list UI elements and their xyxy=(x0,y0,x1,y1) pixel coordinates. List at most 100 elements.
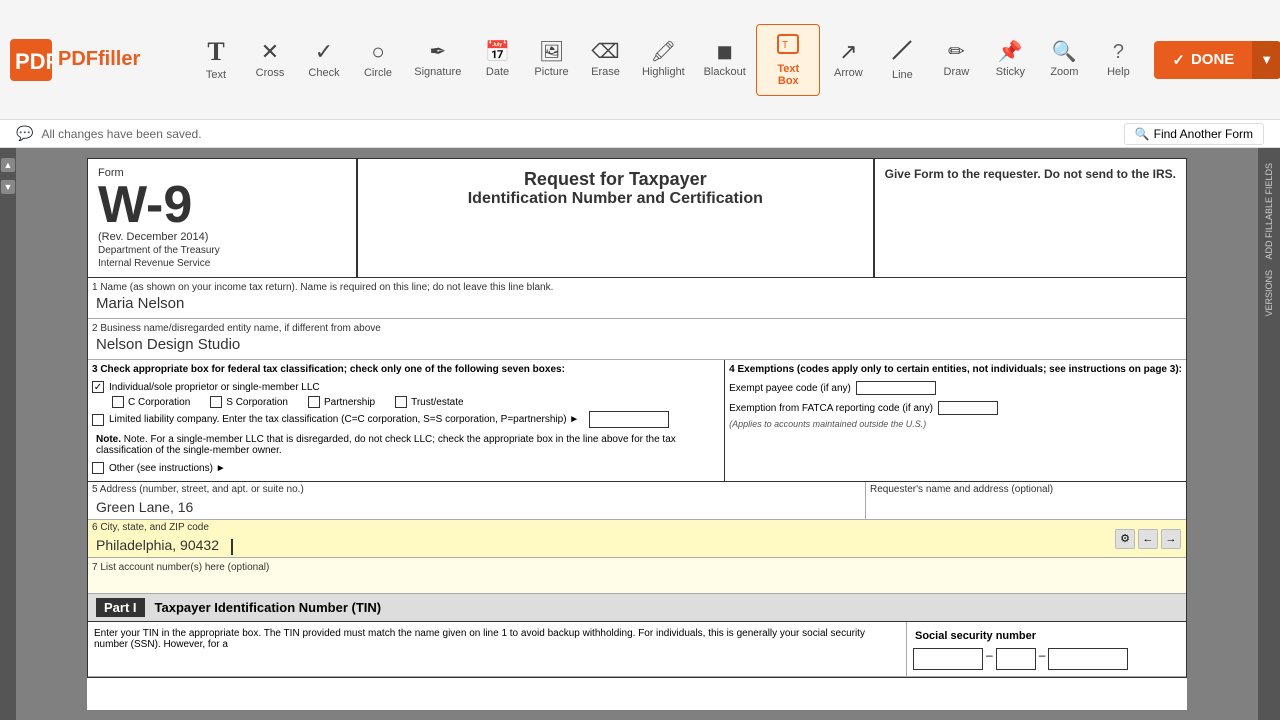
partner-checkbox[interactable] xyxy=(308,396,320,408)
done-dropdown-button[interactable]: ▼ xyxy=(1252,41,1280,79)
field2-row: 2 Business name/disregarded entity name,… xyxy=(88,319,1186,360)
field6-value[interactable]: Philadelphia, 90432 xyxy=(88,535,227,557)
other-label: Other (see instructions) ► xyxy=(109,463,226,474)
tool-text-label: Text xyxy=(206,69,226,81)
field1-row: 1 Name (as shown on your income tax retu… xyxy=(88,278,1186,319)
prev-field-button[interactable]: ← xyxy=(1138,529,1158,549)
tool-help-label: Help xyxy=(1107,66,1130,78)
tool-picture[interactable]: 🖼 Picture xyxy=(526,34,578,86)
logo-area: PDF PDFfiller xyxy=(10,39,170,81)
form-number: W-9 xyxy=(98,179,346,231)
field7-label: 7 List account number(s) here (optional) xyxy=(88,560,1186,573)
add-fillable-label: ADD FILLABLE FIELDS xyxy=(1264,158,1274,265)
other-checkbox-row: Other (see instructions) ► xyxy=(92,462,720,474)
tool-check[interactable]: ✓ Check xyxy=(298,33,350,87)
field7-value[interactable] xyxy=(88,573,1186,591)
field2-value[interactable]: Nelson Design Studio xyxy=(88,334,1186,357)
cursor-indicator xyxy=(231,539,233,555)
right-sidebar: ADD FILLABLE FIELDS VERSIONS xyxy=(1258,148,1280,720)
indiv-checkbox[interactable]: ✓ xyxy=(92,381,104,393)
tool-zoom-label: Zoom xyxy=(1050,66,1078,78)
field1-value[interactable]: Maria Nelson xyxy=(88,293,1186,316)
ssn-box-3[interactable] xyxy=(1048,648,1128,670)
tool-sticky[interactable]: 📌 Sticky xyxy=(984,34,1036,86)
note-text: Note. Note. For a single-member LLC that… xyxy=(92,431,720,459)
form-department2: Internal Revenue Service xyxy=(98,258,346,269)
ssn-dash2: – xyxy=(1039,648,1046,670)
svg-text:PDF: PDF xyxy=(15,49,52,74)
field1-label: 1 Name (as shown on your income tax retu… xyxy=(88,280,1186,293)
form-subtitle: Identification Number and Certification xyxy=(368,190,863,208)
llc-input[interactable] xyxy=(589,411,669,428)
scorp-label: S Corporation xyxy=(226,397,288,408)
tool-circle[interactable]: ○ Circle xyxy=(352,33,404,87)
tool-erase[interactable]: ⌫ Erase xyxy=(580,34,632,86)
part1-label: Part I xyxy=(96,598,145,617)
tool-draw-label: Draw xyxy=(944,66,970,78)
ssn-boxes: – – xyxy=(913,648,1180,670)
indiv-label: Individual/sole proprietor or single-mem… xyxy=(109,382,320,393)
field5-label: 5 Address (number, street, and apt. or s… xyxy=(88,482,865,497)
check-icon: ✓ xyxy=(315,41,333,63)
settings-button[interactable]: ⚙ xyxy=(1115,529,1135,549)
llc-checkbox-row: Limited liability company. Enter the tax… xyxy=(92,411,720,428)
ccorp-checkbox[interactable] xyxy=(112,396,124,408)
tool-text[interactable]: T Text xyxy=(190,31,242,89)
llc-label: Limited liability company. Enter the tax… xyxy=(109,414,579,425)
cross-icon: ✕ xyxy=(261,41,279,63)
svg-text:T: T xyxy=(782,40,788,51)
field4-label: 4 Exemptions (codes apply only to certai… xyxy=(729,364,1182,375)
form-center-header: Request for Taxpayer Identification Numb… xyxy=(358,159,875,277)
field5-value[interactable]: Green Lane, 16 xyxy=(88,497,865,519)
nav-down-button[interactable]: ▼ xyxy=(1,180,15,194)
tool-help[interactable]: ? Help xyxy=(1092,34,1144,86)
scorp-checkbox[interactable] xyxy=(210,396,222,408)
trust-checkbox[interactable] xyxy=(395,396,407,408)
fatca-input[interactable] xyxy=(938,401,998,415)
ssn-box-2[interactable] xyxy=(996,648,1036,670)
form-right-header: Give Form to the requester. Do not send … xyxy=(875,159,1186,277)
tool-date[interactable]: 📅 Date xyxy=(472,34,524,86)
trust-label: Trust/estate xyxy=(411,397,463,408)
classification-left: 3 Check appropriate box for federal tax … xyxy=(88,360,725,481)
tool-signature[interactable]: ✒ Signature xyxy=(406,34,470,86)
tool-arrow[interactable]: ↗ Arrow xyxy=(822,33,874,87)
next-field-button[interactable]: → xyxy=(1161,529,1181,549)
logo-icon: PDF xyxy=(10,39,52,81)
tool-textbox[interactable]: T Text Box xyxy=(756,24,820,96)
tool-zoom[interactable]: 🔍 Zoom xyxy=(1038,34,1090,86)
versions-label: VERSIONS xyxy=(1264,265,1274,322)
tool-erase-label: Erase xyxy=(591,66,620,78)
arrow-icon: ↗ xyxy=(839,41,857,63)
tool-arrow-label: Arrow xyxy=(834,67,863,79)
tool-highlight[interactable]: 🖍 Highlight xyxy=(634,34,694,86)
exempt-payee-input[interactable] xyxy=(856,381,936,395)
nav-up-button[interactable]: ▲ xyxy=(1,158,15,172)
find-another-form-button[interactable]: 🔍 Find Another Form xyxy=(1124,123,1264,145)
tool-blackout[interactable]: ◼ Blackout xyxy=(695,34,754,86)
tool-highlight-label: Highlight xyxy=(642,66,685,78)
blackout-icon: ◼ xyxy=(716,42,733,62)
ssn-box-1[interactable] xyxy=(913,648,983,670)
document-area: Form W-9 (Rev. December 2014) Department… xyxy=(16,148,1258,720)
tool-line[interactable]: Line xyxy=(876,31,928,89)
field-controls: ⚙ ← → xyxy=(1115,529,1181,549)
field3-label: 3 Check appropriate box for federal tax … xyxy=(92,364,720,378)
tool-cross[interactable]: ✕ Cross xyxy=(244,33,296,87)
done-button[interactable]: ✓ DONE xyxy=(1154,41,1252,79)
partner-option: Partnership xyxy=(308,396,375,408)
field6-label: 6 City, state, and ZIP code xyxy=(88,520,1186,535)
chat-icon: 💬 xyxy=(16,125,33,142)
status-message: All changes have been saved. xyxy=(41,127,201,141)
other-checkbox[interactable] xyxy=(92,462,104,474)
tool-line-label: Line xyxy=(892,69,913,81)
document: Form W-9 (Rev. December 2014) Department… xyxy=(87,158,1187,710)
llc-checkbox[interactable] xyxy=(92,414,104,426)
draw-icon: ✏ xyxy=(948,42,965,62)
tool-draw[interactable]: ✏ Draw xyxy=(930,34,982,86)
main-area: ▲ ▼ Form W-9 (Rev. December 2014) Depart… xyxy=(0,148,1280,720)
status-bar: 💬 All changes have been saved. 🔍 Find An… xyxy=(0,120,1280,148)
logo-text: PDFfiller xyxy=(58,48,140,71)
tool-circle-label: Circle xyxy=(364,67,392,79)
tool-sticky-label: Sticky xyxy=(996,66,1025,78)
